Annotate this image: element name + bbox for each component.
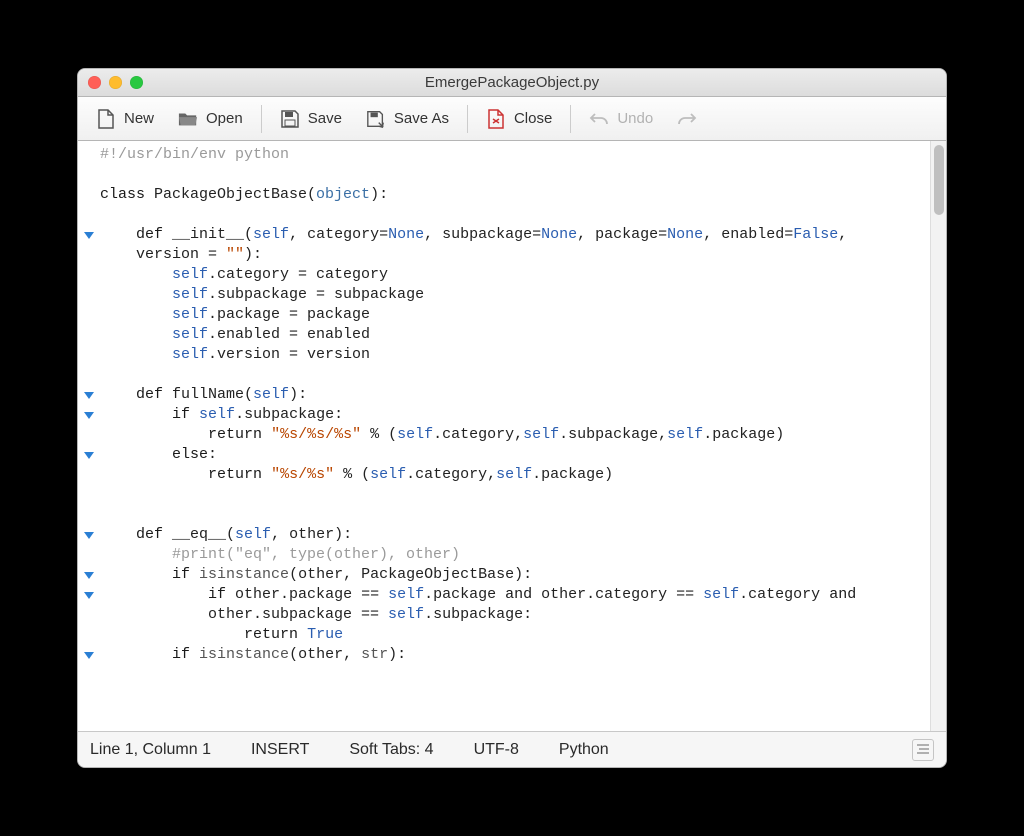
fold-marker[interactable] [78, 385, 100, 405]
fold-marker [78, 305, 100, 325]
code-line[interactable]: if isinstance(other, str): [100, 645, 930, 665]
separator [570, 105, 571, 133]
code-line[interactable]: def __init__(self, category=None, subpac… [100, 225, 930, 245]
code-line[interactable]: self.category = category [100, 265, 930, 285]
outline-icon[interactable] [912, 739, 934, 761]
fold-marker [78, 485, 100, 505]
code-line[interactable]: else: [100, 445, 930, 465]
fold-gutter[interactable] [78, 141, 100, 731]
redo-icon [677, 109, 697, 129]
fold-marker [78, 325, 100, 345]
fold-marker [78, 425, 100, 445]
undo-icon [589, 109, 609, 129]
fold-marker [78, 265, 100, 285]
syntax-language[interactable]: Python [559, 741, 609, 759]
fold-marker [78, 625, 100, 645]
toolbar: New Open Save Save As Close [78, 97, 946, 141]
fold-marker[interactable] [78, 645, 100, 665]
redo-button[interactable] [665, 103, 709, 135]
fold-marker[interactable] [78, 565, 100, 585]
fold-marker [78, 505, 100, 525]
code-line[interactable] [100, 205, 930, 225]
save-label: Save [308, 110, 342, 127]
code-line[interactable] [100, 485, 930, 505]
separator [467, 105, 468, 133]
code-line[interactable]: def __eq__(self, other): [100, 525, 930, 545]
file-new-icon [96, 109, 116, 129]
code-line[interactable]: #print("eq", type(other), other) [100, 545, 930, 565]
close-label: Close [514, 110, 552, 127]
encoding[interactable]: UTF-8 [474, 741, 519, 759]
fold-marker [78, 245, 100, 265]
code-line[interactable]: self.enabled = enabled [100, 325, 930, 345]
code-editor[interactable]: #!/usr/bin/env python class PackageObject… [100, 141, 930, 731]
fold-marker [78, 205, 100, 225]
code-line[interactable]: if isinstance(other, PackageObjectBase): [100, 565, 930, 585]
save-button[interactable]: Save [268, 103, 354, 135]
new-button[interactable]: New [84, 103, 166, 135]
code-line[interactable] [100, 505, 930, 525]
code-line[interactable]: self.package = package [100, 305, 930, 325]
traffic-lights [78, 76, 143, 89]
code-line[interactable]: return "%s/%s" % (self.category,self.pac… [100, 465, 930, 485]
fold-marker [78, 465, 100, 485]
fold-marker [78, 365, 100, 385]
fold-marker [78, 285, 100, 305]
fold-marker [78, 605, 100, 625]
statusbar: Line 1, Column 1 INSERT Soft Tabs: 4 UTF… [78, 731, 946, 767]
close-button[interactable]: Close [474, 103, 564, 135]
code-line[interactable]: version = ""): [100, 245, 930, 265]
fold-marker[interactable] [78, 405, 100, 425]
cursor-position[interactable]: Line 1, Column 1 [90, 741, 211, 759]
fold-marker [78, 145, 100, 165]
code-line[interactable]: if self.subpackage: [100, 405, 930, 425]
fold-marker [78, 345, 100, 365]
floppy-save-icon [280, 109, 300, 129]
folder-open-icon [178, 109, 198, 129]
code-line[interactable]: self.subpackage = subpackage [100, 285, 930, 305]
separator [261, 105, 262, 133]
titlebar[interactable]: EmergePackageObject.py [78, 69, 946, 97]
fold-marker [78, 165, 100, 185]
editor-window: EmergePackageObject.py New Open Save [77, 68, 947, 768]
edit-mode[interactable]: INSERT [251, 741, 309, 759]
file-close-icon [486, 109, 506, 129]
new-label: New [124, 110, 154, 127]
code-line[interactable]: other.subpackage == self.subpackage: [100, 605, 930, 625]
code-line[interactable]: def fullName(self): [100, 385, 930, 405]
code-line[interactable]: if other.package == self.package and oth… [100, 585, 930, 605]
close-window-button[interactable] [88, 76, 101, 89]
floppy-save-as-icon [366, 109, 386, 129]
save-as-button[interactable]: Save As [354, 103, 461, 135]
code-line[interactable]: self.version = version [100, 345, 930, 365]
code-line[interactable]: return True [100, 625, 930, 645]
code-line[interactable]: #!/usr/bin/env python [100, 145, 930, 165]
code-line[interactable]: class PackageObjectBase(object): [100, 185, 930, 205]
open-label: Open [206, 110, 243, 127]
undo-button[interactable]: Undo [577, 103, 665, 135]
vertical-scrollbar[interactable] [930, 141, 946, 731]
editor-area: #!/usr/bin/env python class PackageObject… [78, 141, 946, 731]
maximize-window-button[interactable] [130, 76, 143, 89]
tab-setting[interactable]: Soft Tabs: 4 [349, 741, 433, 759]
save-as-label: Save As [394, 110, 449, 127]
minimize-window-button[interactable] [109, 76, 122, 89]
fold-marker [78, 185, 100, 205]
code-line[interactable] [100, 365, 930, 385]
fold-marker [78, 545, 100, 565]
open-button[interactable]: Open [166, 103, 255, 135]
fold-marker[interactable] [78, 225, 100, 245]
code-line[interactable] [100, 165, 930, 185]
undo-label: Undo [617, 110, 653, 127]
scroll-thumb[interactable] [934, 145, 944, 215]
fold-marker[interactable] [78, 525, 100, 545]
code-line[interactable]: return "%s/%s/%s" % (self.category,self.… [100, 425, 930, 445]
window-title: EmergePackageObject.py [78, 74, 946, 91]
fold-marker[interactable] [78, 585, 100, 605]
fold-marker[interactable] [78, 445, 100, 465]
